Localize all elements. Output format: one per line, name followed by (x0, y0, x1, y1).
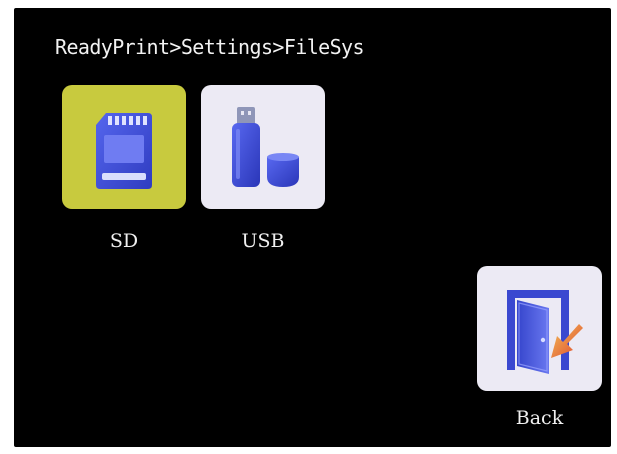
sd-label: SD (109, 230, 139, 252)
usb-button[interactable] (201, 85, 325, 209)
sd-button[interactable] (62, 85, 186, 209)
back-button[interactable] (477, 266, 602, 391)
exit-door-icon (507, 290, 583, 374)
back-label: Back (515, 407, 564, 429)
sd-card-icon (96, 113, 152, 189)
usb-drive-icon (232, 107, 299, 187)
printer-screen: ReadyPrint>Settings>FileSys SD USB Back (14, 8, 611, 447)
usb-label: USB (241, 230, 285, 252)
breadcrumb: ReadyPrint>Settings>FileSys (55, 35, 365, 59)
